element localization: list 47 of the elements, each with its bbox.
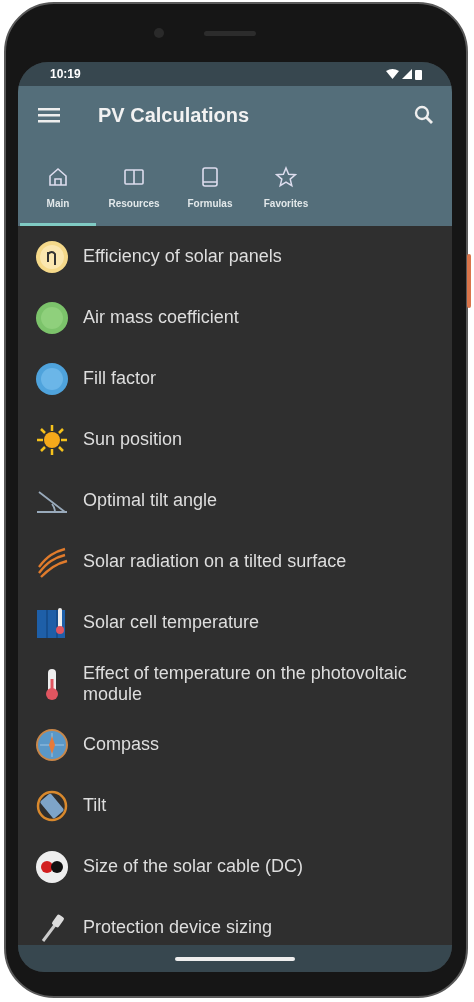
tablet-icon [199, 166, 221, 188]
list-item[interactable]: Protection device sizing [18, 897, 452, 945]
status-time: 10:19 [50, 67, 81, 81]
item-label: Fill factor [83, 368, 156, 389]
signal-icon [402, 69, 412, 79]
list-item[interactable]: Tilt [18, 775, 452, 836]
list-item[interactable]: Solar cell temperature [18, 592, 452, 653]
list-item[interactable]: Fill factor [18, 348, 452, 409]
compass-icon [35, 727, 69, 762]
item-label: Solar radiation on a tilted surface [83, 551, 347, 572]
tab[interactable]: Resources [96, 144, 172, 226]
item-label: Optimal tilt angle [83, 490, 218, 511]
item-label: Tilt [83, 795, 107, 816]
circle-icon [35, 300, 69, 335]
item-label: Sun position [83, 429, 183, 450]
search-icon[interactable] [414, 105, 434, 125]
tab[interactable]: Main [20, 144, 96, 226]
list-item[interactable]: Solar radiation on a tilted surface [18, 531, 452, 592]
item-label: Air mass coefficient [83, 307, 239, 328]
item-label: Effect of temperature on the photovoltaic module [83, 662, 408, 705]
app-title: PV Calculations [98, 103, 251, 127]
cable-icon [35, 849, 69, 884]
list-item[interactable]: Efficiency of solar panels [18, 226, 452, 287]
home-icon [47, 166, 69, 188]
item-label: Compass [83, 734, 160, 755]
list-item[interactable]: Compass [18, 714, 452, 775]
tab[interactable]: Formulas [172, 144, 248, 226]
circle-icon [35, 361, 69, 396]
item-label: Protection device sizing [83, 917, 273, 938]
list-item[interactable]: Size of the solar cable (DC) [18, 836, 452, 897]
item-label: Size of the solar cable (DC) [83, 856, 304, 877]
list-item[interactable]: Optimal tilt angle [18, 470, 452, 531]
list-item[interactable]: Effect of temperature on the photovoltaic module [18, 653, 452, 714]
tilted-panel-icon [35, 788, 69, 823]
item-label: Efficiency of solar panels [83, 246, 282, 267]
tab[interactable]: Favorites [248, 144, 324, 226]
home-handle[interactable] [175, 956, 295, 961]
list-item[interactable]: Air mass coefficient [18, 287, 452, 348]
list-item[interactable]: Sun position [18, 409, 452, 470]
wifi-icon [386, 69, 399, 79]
star-icon [275, 166, 297, 188]
eta-symbol-icon [35, 239, 69, 274]
battery-icon [415, 68, 422, 80]
sun-icon [35, 422, 69, 457]
item-label: Solar cell temperature [83, 612, 260, 633]
menu-icon[interactable] [38, 107, 60, 123]
book-icon [123, 166, 145, 188]
